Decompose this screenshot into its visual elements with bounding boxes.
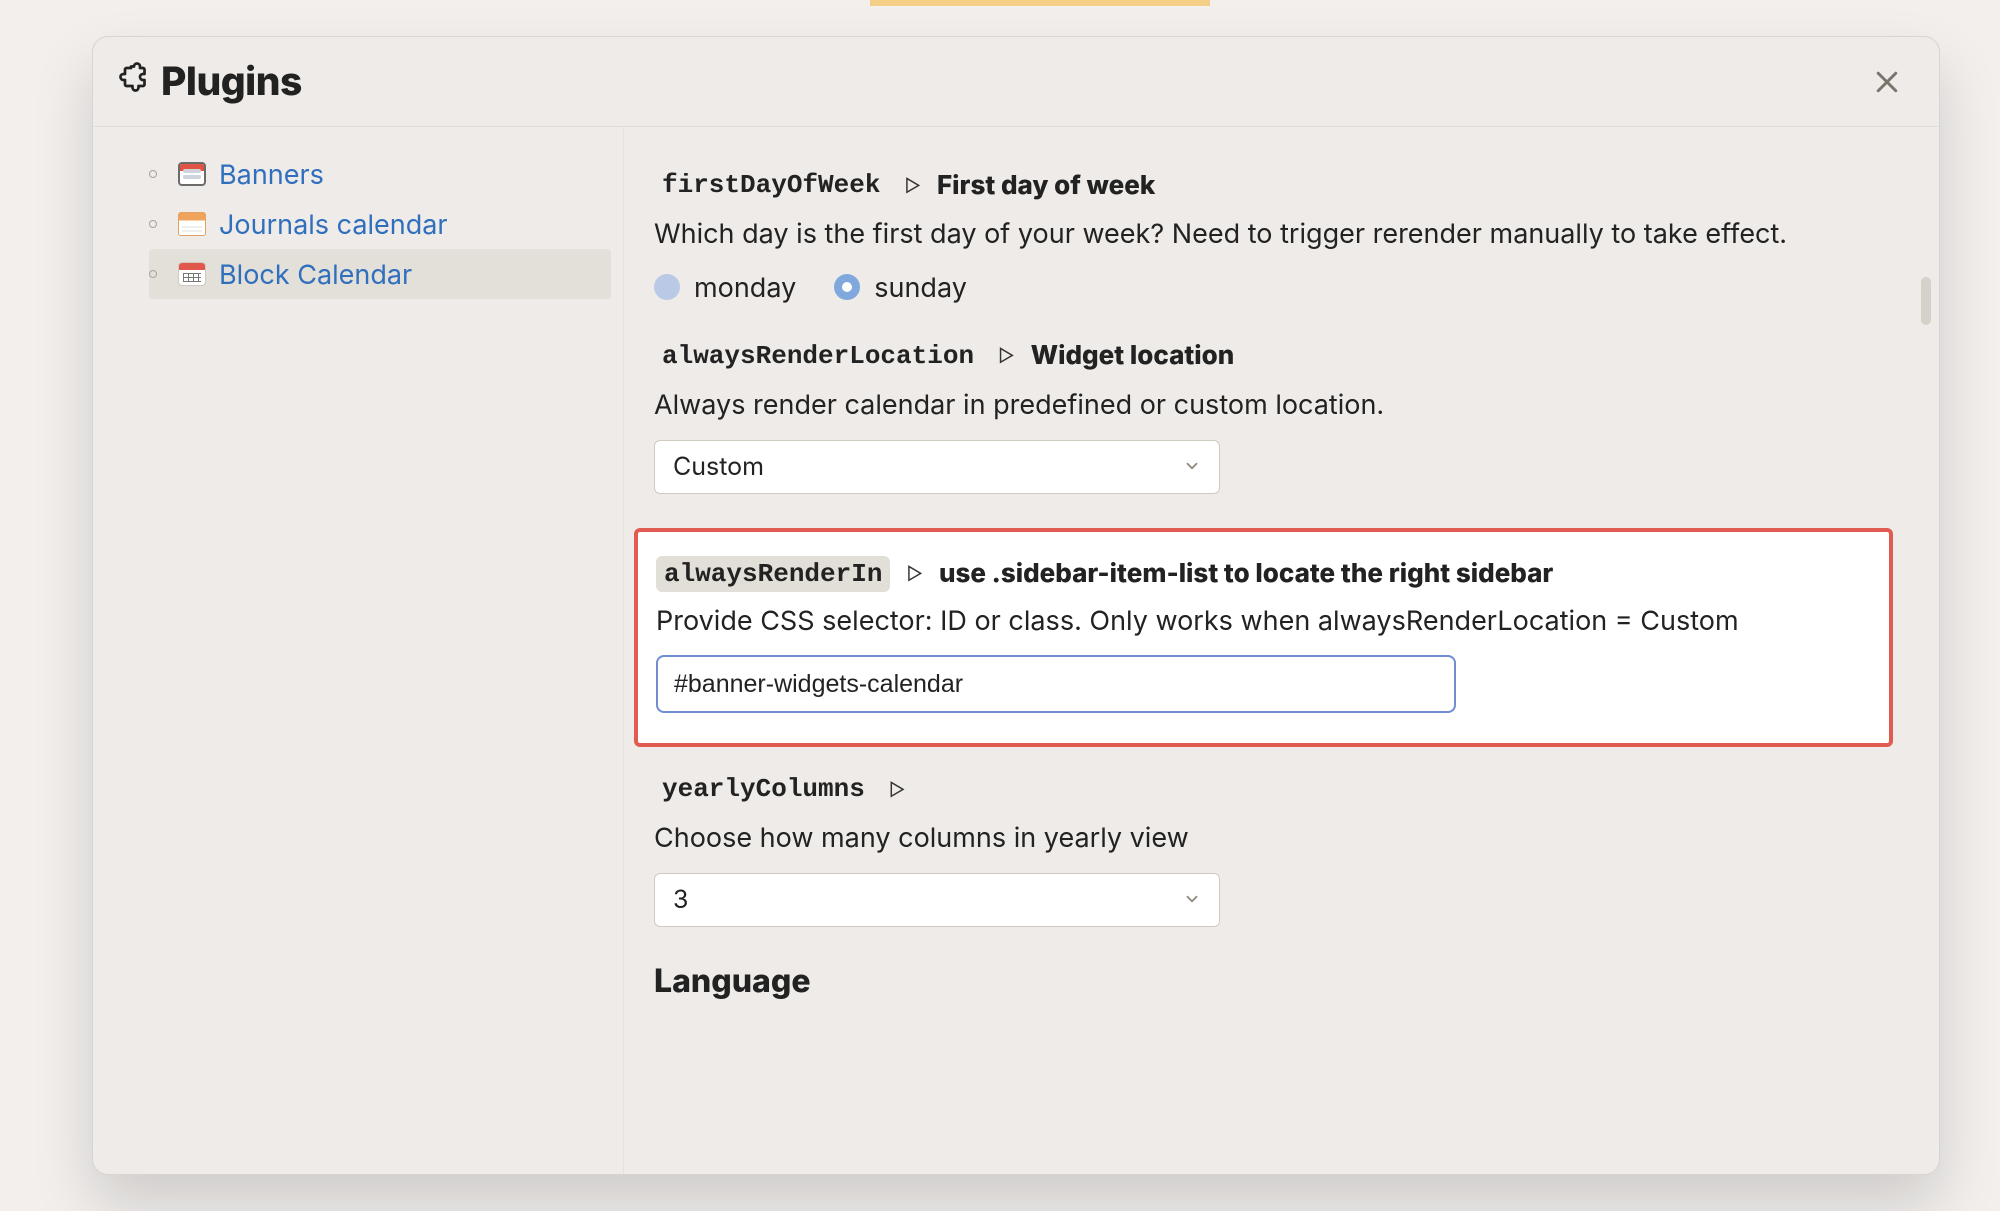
journals-calendar-plugin-icon (175, 207, 209, 241)
bullet-icon (149, 220, 157, 228)
setting-title: use .sidebar-item-list to locate the rig… (939, 558, 1553, 589)
setting-title: Widget location (1031, 340, 1235, 371)
bullet-icon (149, 270, 157, 278)
setting-key: yearlyColumns (654, 771, 873, 807)
close-button[interactable] (1865, 60, 1909, 104)
sidebar-item-label: Banners (219, 158, 324, 191)
puzzle-icon (113, 62, 149, 102)
setting-key: firstDayOfWeek (654, 167, 888, 203)
setting-description: Provide CSS selector: ID or class. Only … (656, 602, 1816, 640)
chevron-down-icon (1183, 885, 1201, 915)
bullet-icon (149, 170, 157, 178)
setting-header: yearlyColumns ▷ (654, 771, 1903, 807)
banners-plugin-icon (175, 157, 209, 191)
sidebar-item-label: Block Calendar (219, 258, 412, 291)
chevron-down-icon (1183, 452, 1201, 482)
section-heading-language: Language (654, 961, 1903, 1000)
setting-always-render-in-highlight: alwaysRenderIn ▷ use .sidebar-item-list … (634, 528, 1893, 748)
setting-key: alwaysRenderLocation (654, 338, 982, 374)
setting-always-render-location: alwaysRenderLocation ▷ Widget location A… (654, 338, 1903, 494)
plugins-modal: Plugins Banners Journals calendar Bl (92, 36, 1940, 1175)
sidebar-item-banners[interactable]: Banners (149, 149, 611, 199)
radio-monday[interactable]: monday (654, 271, 796, 304)
sidebar-item-block-calendar[interactable]: Block Calendar (149, 249, 611, 299)
setting-header: firstDayOfWeek ▷ First day of week (654, 167, 1903, 203)
setting-description: Choose how many columns in yearly view (654, 819, 1814, 857)
radio-dot-icon (654, 274, 680, 300)
setting-header: alwaysRenderLocation ▷ Widget location (654, 338, 1903, 374)
setting-title: First day of week (937, 170, 1155, 201)
sidebar: Banners Journals calendar Block Calendar (93, 127, 623, 1174)
caret-right-icon: ▷ (906, 564, 923, 585)
titlebar: Plugins (93, 37, 1939, 127)
modal-body: Banners Journals calendar Block Calendar… (93, 127, 1939, 1174)
caret-right-icon: ▷ (998, 346, 1015, 367)
block-calendar-plugin-icon (175, 257, 209, 291)
select-widget-location[interactable]: Custom (654, 440, 1220, 494)
sidebar-item-journals-calendar[interactable]: Journals calendar (149, 199, 611, 249)
setting-description: Always render calendar in predefined or … (654, 386, 1814, 424)
modal-title: Plugins (161, 58, 302, 105)
radio-sunday[interactable]: sunday (834, 271, 967, 304)
radio-group-first-day: monday sunday (654, 271, 1903, 304)
top-accent-bar (870, 0, 1210, 6)
setting-header: alwaysRenderIn ▷ use .sidebar-item-list … (656, 556, 1867, 592)
caret-right-icon: ▷ (904, 176, 921, 197)
sidebar-item-label: Journals calendar (219, 208, 448, 241)
radio-dot-icon (834, 274, 860, 300)
caret-right-icon: ▷ (889, 780, 906, 801)
select-yearly-columns[interactable]: 3 (654, 873, 1220, 927)
radio-label: sunday (874, 271, 967, 304)
setting-key: alwaysRenderIn (656, 556, 890, 592)
setting-yearly-columns: yearlyColumns ▷ Choose how many columns … (654, 771, 1903, 927)
setting-first-day-of-week: firstDayOfWeek ▷ First day of week Which… (654, 167, 1903, 304)
title-left: Plugins (113, 58, 302, 105)
close-icon (1872, 67, 1902, 97)
radio-label: monday (694, 271, 796, 304)
input-css-selector[interactable] (656, 655, 1456, 713)
select-value: 3 (673, 885, 688, 915)
setting-description: Which day is the first day of your week?… (654, 215, 1814, 253)
content-pane: firstDayOfWeek ▷ First day of week Which… (623, 127, 1939, 1174)
scrollbar-thumb[interactable] (1921, 277, 1931, 325)
select-value: Custom (673, 452, 764, 482)
